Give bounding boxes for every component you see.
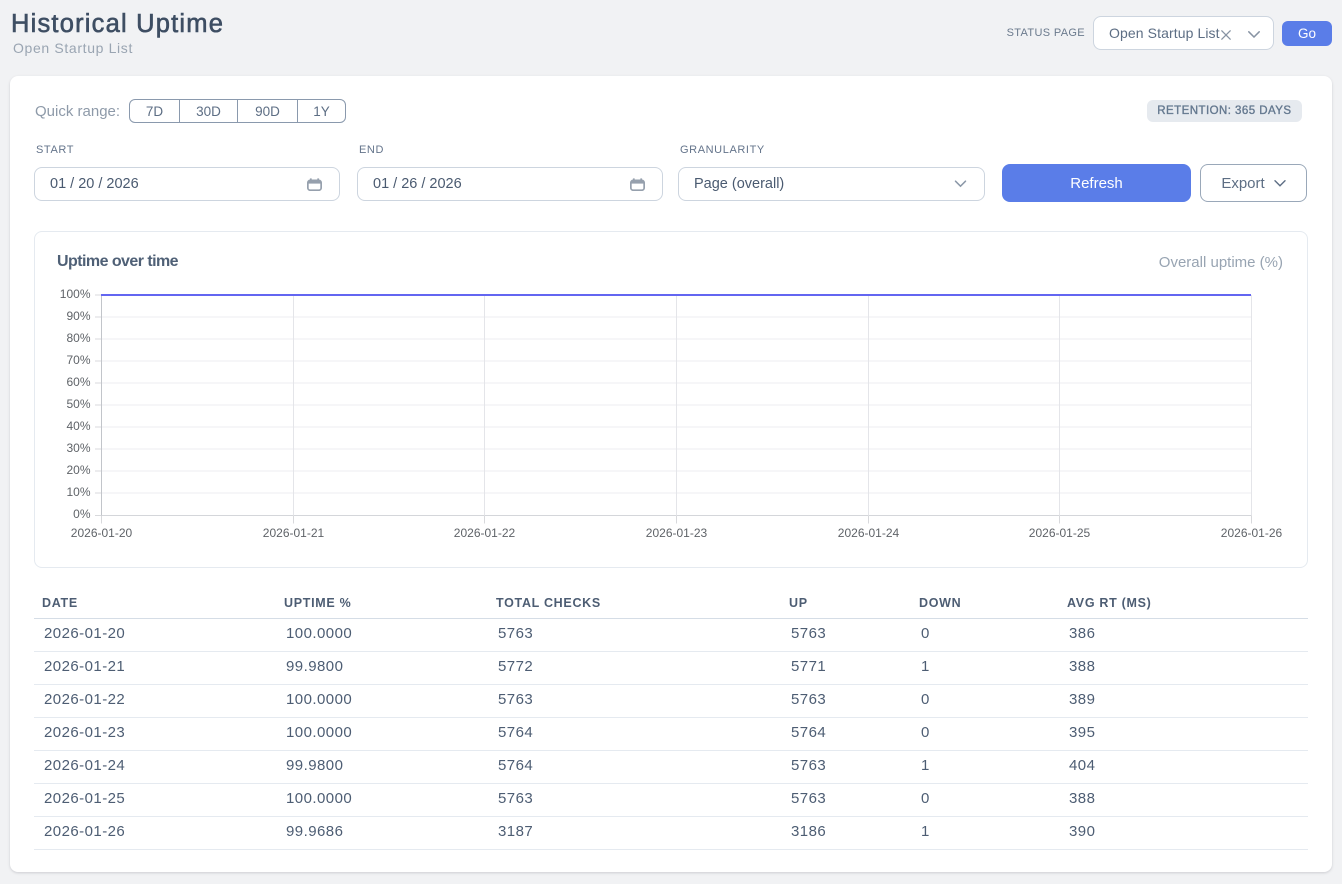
svg-text:2026-01-21: 2026-01-21 <box>263 526 325 540</box>
svg-text:2026-01-22: 2026-01-22 <box>454 526 516 540</box>
svg-text:70%: 70% <box>66 353 90 367</box>
svg-text:90%: 90% <box>66 309 90 323</box>
svg-text:2026-01-24: 2026-01-24 <box>838 526 900 540</box>
svg-text:40%: 40% <box>66 419 90 433</box>
svg-text:2026-01-23: 2026-01-23 <box>646 526 708 540</box>
svg-text:2026-01-20: 2026-01-20 <box>71 526 133 540</box>
svg-text:2026-01-26: 2026-01-26 <box>1221 526 1283 540</box>
svg-text:30%: 30% <box>66 441 90 455</box>
svg-text:80%: 80% <box>66 331 90 345</box>
svg-text:20%: 20% <box>66 463 90 477</box>
svg-text:0%: 0% <box>73 507 91 521</box>
svg-text:10%: 10% <box>66 485 90 499</box>
svg-text:60%: 60% <box>66 375 90 389</box>
svg-text:2026-01-25: 2026-01-25 <box>1029 526 1091 540</box>
svg-text:50%: 50% <box>66 397 90 411</box>
svg-text:100%: 100% <box>60 287 91 301</box>
